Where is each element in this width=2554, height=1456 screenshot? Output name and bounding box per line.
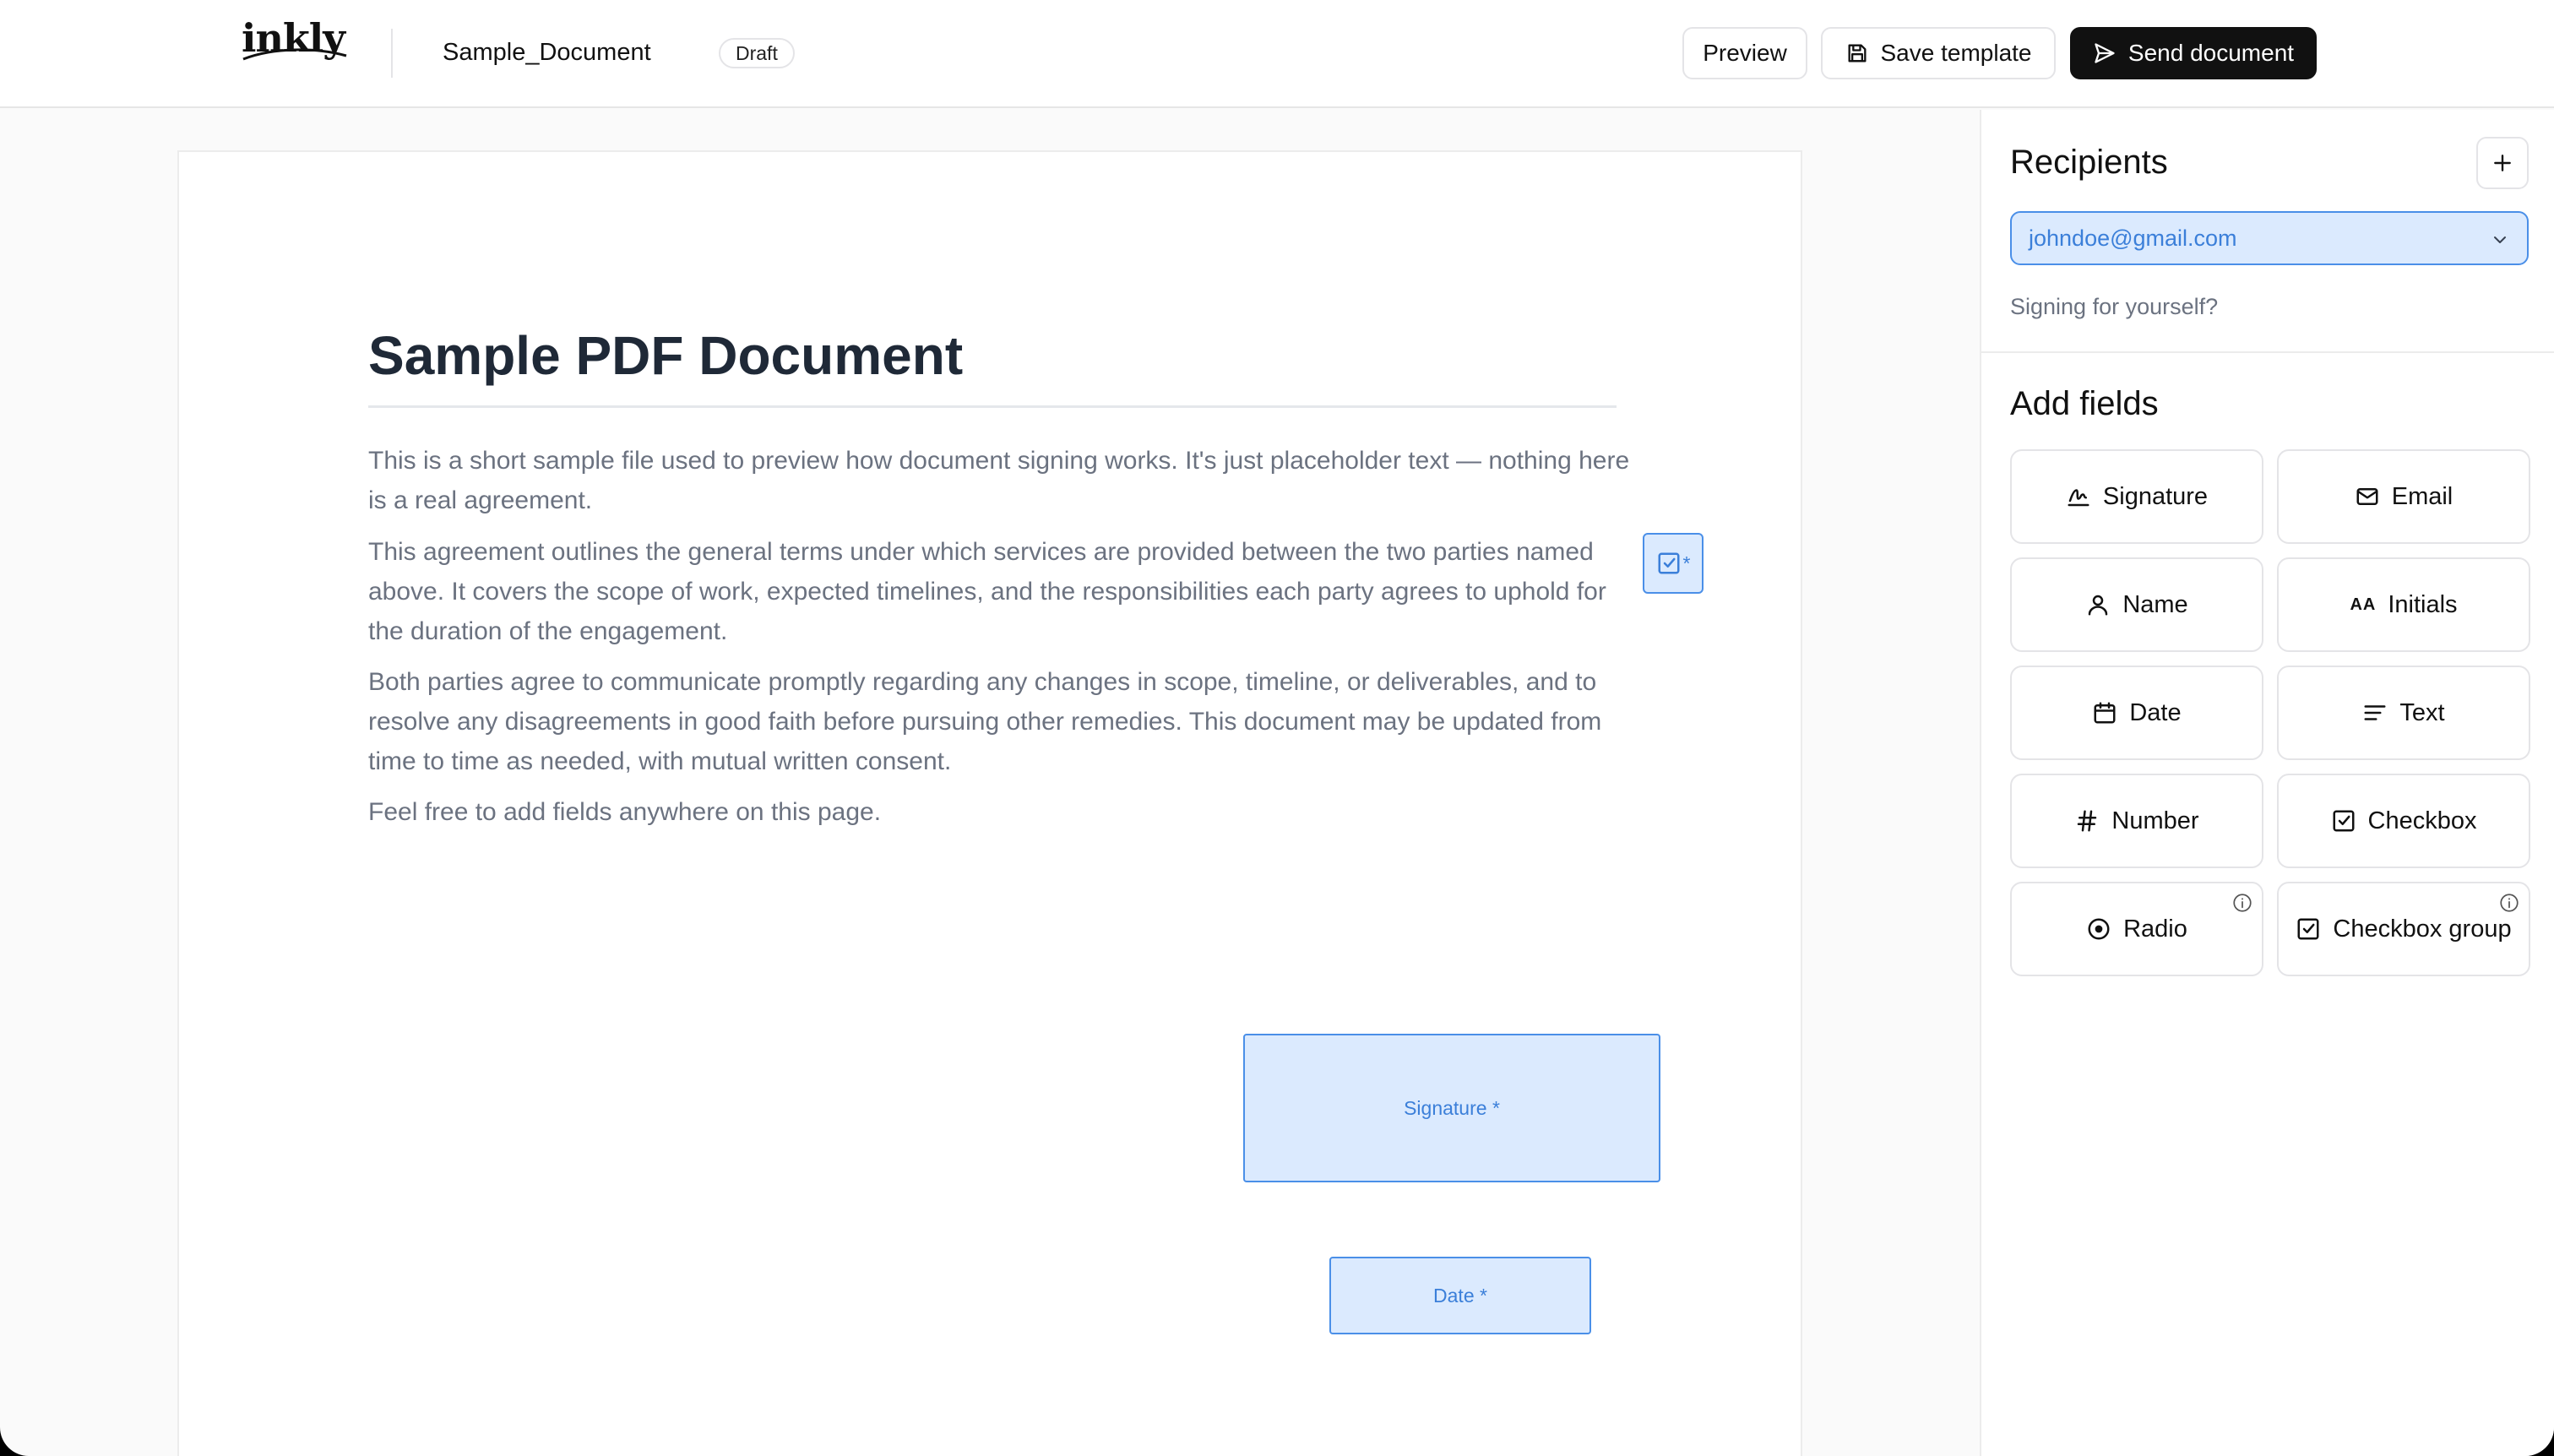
send-document-label: Send document [2127, 40, 2295, 66]
send-document-button[interactable]: Send document [2070, 27, 2317, 79]
document-paragraph: Both parties agree to communicate prompt… [368, 668, 1602, 775]
header-divider [391, 29, 393, 78]
recipient-select[interactable]: johndoe@gmail.com [2010, 211, 2529, 265]
save-template-label: Save template [1880, 40, 2032, 66]
field-button-number[interactable]: Number [2010, 774, 2263, 868]
signature-icon [2068, 489, 2089, 507]
recipients-title: Recipients [2010, 144, 2168, 181]
document-title: Sample PDF Document [368, 325, 964, 386]
signature-field-label: Signature * [1404, 1096, 1500, 1119]
status-badge: Draft [719, 38, 795, 68]
user-icon [2089, 595, 2108, 616]
save-template-button[interactable]: Save template [1821, 27, 2056, 79]
floppy-disk-icon [1848, 44, 1866, 62]
send-icon [2095, 43, 2115, 63]
field-button-label: Radio [2123, 915, 2187, 943]
field-button-label: Checkbox group [2333, 915, 2512, 943]
text-lines-icon [2364, 705, 2386, 720]
checkbox-icon [1658, 552, 1680, 574]
field-button-name[interactable]: Name [2010, 557, 2263, 652]
preview-button[interactable]: Preview [1682, 27, 1807, 79]
field-button-radio[interactable]: Radio [2010, 882, 2263, 976]
field-button-label: Number [2111, 807, 2199, 834]
field-button-date[interactable]: Date [2010, 666, 2263, 760]
field-button-checkbox[interactable]: Checkbox [2277, 774, 2530, 868]
initials-icon: AA [2350, 595, 2377, 614]
field-button-label: Name [2122, 590, 2188, 618]
plus-icon [2494, 155, 2511, 171]
field-button-label: Email [2391, 482, 2453, 510]
side-panel: Recipients johndoe@gmail.com Signing for… [1980, 110, 2554, 1456]
signing-for-yourself-link[interactable]: Signing for yourself? [2010, 294, 2218, 320]
preview-button-label: Preview [1703, 40, 1787, 66]
info-icon[interactable] [2498, 892, 2520, 914]
placed-signature-field[interactable]: Signature * [1243, 1034, 1660, 1182]
radio-icon [2088, 918, 2110, 940]
field-button-initials[interactable]: AA Initials [2277, 557, 2530, 652]
field-button-email[interactable]: Email [2277, 449, 2530, 544]
info-icon[interactable] [2231, 892, 2253, 914]
checkbox-icon [2297, 918, 2319, 940]
title-divider [368, 405, 1617, 408]
placed-checkbox-field[interactable]: * [1643, 533, 1704, 594]
field-button-checkbox-group[interactable]: Checkbox group [2277, 882, 2530, 976]
add-fields-title: Add fields [2010, 385, 2159, 422]
recipient-select-value: johndoe@gmail.com [2029, 225, 2237, 251]
field-button-label: Initials [2388, 590, 2458, 618]
field-button-label: Text [2399, 698, 2445, 726]
document-paragraph: This is a short sample file used to prev… [368, 447, 1630, 514]
document-name[interactable]: Sample_Document [443, 39, 651, 67]
field-button-label: Checkbox [2367, 807, 2477, 834]
add-recipient-button[interactable] [2476, 137, 2529, 189]
checkbox-icon [2333, 810, 2355, 832]
top-bar: inkly Sample_Document Draft Preview Save… [0, 0, 2554, 108]
field-button-signature[interactable]: Signature [2010, 449, 2263, 544]
document-paragraph: This agreement outlines the general term… [368, 538, 1606, 645]
field-button-label: Signature [2102, 482, 2209, 510]
hash-icon [2078, 810, 2097, 832]
logo-swoosh-icon [242, 48, 347, 61]
field-button-text[interactable]: Text [2277, 666, 2530, 760]
placed-date-field[interactable]: Date * [1329, 1257, 1591, 1334]
date-field-label: Date * [1433, 1284, 1487, 1307]
field-button-label: Date [2129, 698, 2182, 726]
chevron-down-icon [2494, 236, 2506, 243]
calendar-icon [2094, 702, 2116, 724]
document-page[interactable]: Sample PDF Document This is a short samp… [177, 150, 1802, 1456]
app-window: inkly Sample_Document Draft Preview Save… [0, 0, 2554, 1456]
document-paragraph: Feel free to add fields anywhere on this… [368, 798, 882, 826]
mail-icon [2356, 488, 2378, 505]
required-asterisk: * [1682, 551, 1691, 574]
panel-divider [1981, 351, 2554, 353]
